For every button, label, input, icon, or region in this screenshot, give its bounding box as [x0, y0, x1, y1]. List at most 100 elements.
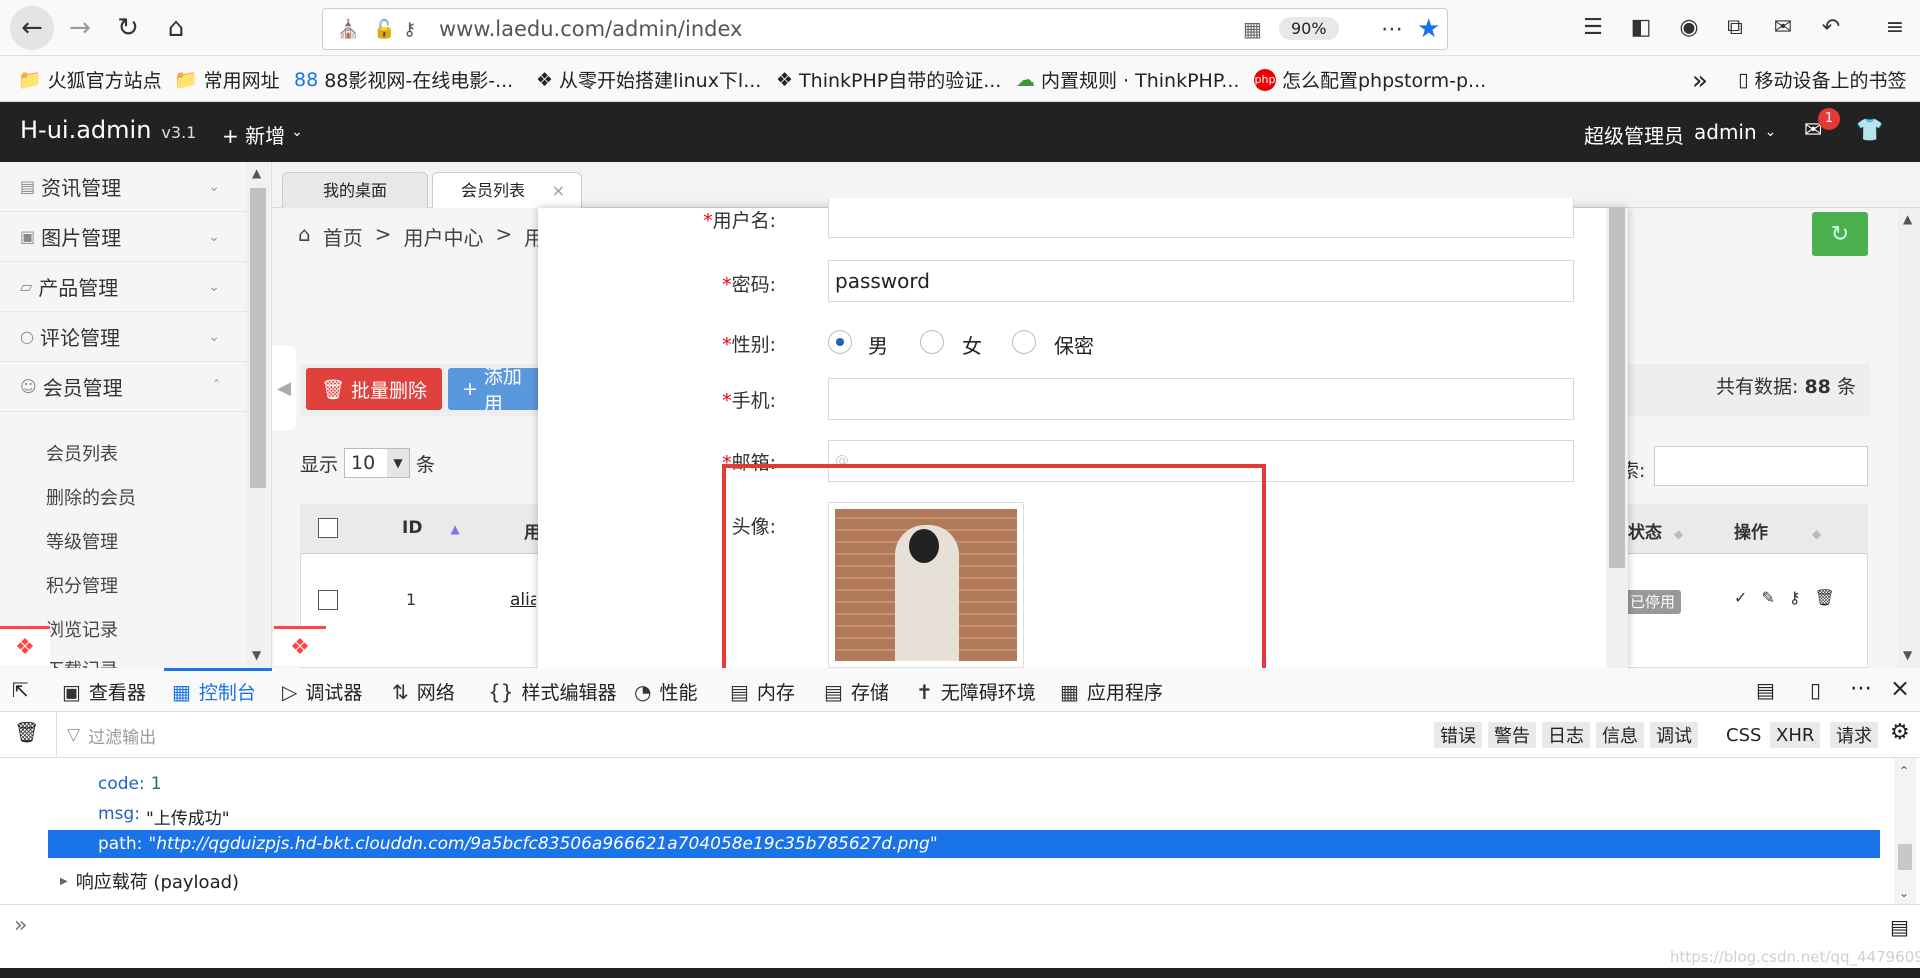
sidebar-sub-deleted-members[interactable]: 删除的会员	[46, 484, 136, 510]
breadcrumb-home[interactable]: 首页	[323, 222, 363, 251]
bookmark-item[interactable]: ❖ ThinkPHP自带的验证...	[776, 66, 1001, 93]
laravel-badge[interactable]: ❖	[0, 626, 50, 666]
tab-member-list[interactable]: 会员列表 ×	[432, 172, 582, 208]
console-input[interactable]: » ▤	[0, 904, 1920, 960]
console-line-path[interactable]: path: "http://qgduizpjs.hd-bkt.clouddn.co…	[48, 830, 1880, 858]
devtools-tab-performance[interactable]: ◔ 性能	[634, 678, 697, 705]
batch-delete-button[interactable]: 🗑 批量删除	[306, 368, 442, 410]
filter-info[interactable]: 信息	[1596, 722, 1644, 748]
screenshot-icon[interactable]: ⧉	[1720, 12, 1750, 42]
sidebar-sub-downloads[interactable]: 下载记录	[46, 656, 118, 668]
new-menu[interactable]: + 新增 ⌄	[222, 120, 303, 149]
add-member-button[interactable]: + 添加用	[448, 368, 538, 410]
url-bar[interactable]: ⛪ 🔓 ⚷ www.laedu.com/admin/index ▦ 90% ⋯ …	[322, 8, 1448, 50]
filter-debug[interactable]: 调试	[1650, 722, 1698, 748]
home-button[interactable]: ⌂	[154, 6, 198, 50]
sidebar-sub-levels[interactable]: 等级管理	[46, 528, 118, 554]
page-actions-icon[interactable]: ⋯	[1381, 17, 1403, 42]
scroll-down-arrow[interactable]: ▼	[252, 648, 261, 662]
scroll-down-arrow[interactable]: ▼	[1903, 648, 1912, 662]
sidebar-item-news[interactable]: ▤ 资讯管理 ⌄	[0, 162, 270, 212]
breadcrumb-level1[interactable]: 用户中心	[403, 222, 483, 251]
search-input[interactable]	[1654, 446, 1868, 486]
close-devtools-icon[interactable]: ×	[1890, 674, 1910, 702]
devtools-tab-storage[interactable]: ▤ 存储	[824, 678, 889, 705]
devtools-tab-debugger[interactable]: ▷ 调试器	[282, 678, 362, 705]
library-icon[interactable]: ☰	[1578, 12, 1608, 42]
gender-radio-female[interactable]	[920, 330, 944, 354]
bookmark-item[interactable]: 📁 火狐官方站点	[18, 66, 162, 93]
close-tab-icon[interactable]: ×	[552, 173, 565, 209]
back-button[interactable]: ←	[10, 6, 54, 50]
tab-desktop[interactable]: 我的桌面	[282, 172, 428, 208]
menu-icon[interactable]: ≡	[1880, 12, 1910, 42]
undo-icon[interactable]: ↶	[1816, 12, 1846, 42]
enable-icon[interactable]: ✓	[1734, 588, 1747, 607]
reload-button[interactable]: ↻	[106, 6, 150, 50]
scroll-thumb[interactable]	[1609, 208, 1625, 568]
scroll-thumb[interactable]	[250, 188, 266, 488]
filter-input[interactable]: ▽ 过滤输出	[56, 712, 1416, 758]
devtools-tab-console[interactable]: ▦ 控制台	[172, 678, 256, 705]
email-input[interactable]: @	[828, 440, 1574, 482]
mail-button[interactable]: ✉ 1	[1804, 108, 1840, 143]
sidebar-item-products[interactable]: ▱ 产品管理 ⌄	[0, 262, 270, 312]
username-input[interactable]	[828, 198, 1574, 238]
header-status[interactable]: 状态 ◆	[1628, 518, 1683, 543]
devtools-tab-accessibility[interactable]: ✝ 无障碍环境	[916, 678, 1036, 705]
sidebar-sub-points[interactable]: 积分管理	[46, 572, 118, 598]
mobile-bookmarks[interactable]: ▯ 移动设备上的书签	[1738, 66, 1906, 93]
bookmarks-overflow[interactable]: »	[1692, 66, 1708, 96]
page-size-select[interactable]: 10 ▼	[344, 448, 411, 478]
devtools-tab-style-editor[interactable]: {} 样式编辑器	[488, 678, 616, 705]
bookmark-item[interactable]: php 怎么配置phpstorm-p...	[1254, 66, 1486, 93]
responsive-icon[interactable]: ▯	[1810, 678, 1821, 702]
avatar-preview[interactable]	[828, 502, 1024, 668]
devtools-tab-network[interactable]: ⇅ 网络	[392, 678, 455, 705]
shield-icon[interactable]: ⛪	[337, 19, 359, 40]
row-checkbox[interactable]	[318, 590, 338, 610]
forward-button[interactable]: →	[58, 6, 102, 50]
console-payload-row[interactable]: ▶ 响应载荷 (payload)	[60, 868, 239, 894]
bookmark-item[interactable]: 88 88影视网-在线电影-...	[294, 66, 513, 93]
laravel-badge[interactable]: ❖	[274, 626, 326, 666]
key-icon[interactable]: ⚷	[1789, 588, 1801, 607]
scroll-thumb[interactable]	[1898, 844, 1912, 870]
collapse-sidebar-handle[interactable]: ◀	[272, 346, 296, 430]
refresh-button[interactable]: ↻	[1812, 212, 1868, 256]
console-settings-icon[interactable]: ⚙	[1890, 720, 1910, 745]
bookmark-item[interactable]: ☁ 内置规则 · ThinkPHP...	[1016, 66, 1239, 93]
devtools-tab-application[interactable]: ▦ 应用程序	[1060, 678, 1163, 705]
scroll-up-arrow[interactable]: ▲	[1903, 212, 1912, 226]
filter-xhr[interactable]: XHR	[1770, 722, 1821, 748]
sidebar-icon[interactable]: ◧	[1626, 12, 1656, 42]
user-menu[interactable]: admin ⌄	[1694, 120, 1776, 144]
split-console-icon[interactable]: ▤	[1890, 915, 1909, 939]
delete-icon[interactable]: 🗑	[1815, 588, 1835, 607]
filter-warnings[interactable]: 警告	[1488, 722, 1536, 748]
modal-scrollbar[interactable]	[1606, 208, 1628, 668]
sidebar-item-members[interactable]: ☺ 会员管理 ˆ	[0, 362, 270, 412]
sidebar-sub-member-list[interactable]: 会员列表	[46, 440, 118, 466]
row-name-link[interactable]: alia	[510, 590, 536, 610]
bookmark-star-icon[interactable]: ★	[1417, 14, 1440, 44]
devtools-tab-inspector[interactable]: ▣ 查看器	[62, 678, 146, 705]
sidebar-item-comments[interactable]: ○ 评论管理 ⌄	[0, 312, 270, 362]
filter-errors[interactable]: 错误	[1434, 722, 1482, 748]
filter-logs[interactable]: 日志	[1542, 722, 1590, 748]
password-input[interactable]: password	[828, 260, 1574, 302]
url-text[interactable]: www.laedu.com/admin/index	[439, 17, 742, 41]
page-scrollbar[interactable]: ▲ ▼	[1898, 208, 1920, 668]
devtools-tab-memory[interactable]: ▤ 内存	[730, 678, 795, 705]
qr-icon[interactable]: ▦	[1243, 17, 1262, 41]
edit-icon[interactable]: ✎	[1761, 588, 1774, 607]
gender-radio-male[interactable]	[828, 330, 852, 354]
scroll-up-arrow[interactable]: ▲	[252, 166, 261, 180]
skin-icon[interactable]: 👕	[1856, 118, 1883, 143]
key-icon[interactable]: ⚷	[403, 19, 416, 40]
phone-input[interactable]	[828, 378, 1574, 420]
gender-radio-secret[interactable]	[1012, 330, 1036, 354]
sidebar-scrollbar[interactable]: ▲ ▼	[246, 162, 270, 668]
bookmark-item[interactable]: ❖ 从零开始搭建linux下l...	[536, 66, 761, 93]
bookmark-item[interactable]: 📁 常用网址	[174, 66, 280, 93]
